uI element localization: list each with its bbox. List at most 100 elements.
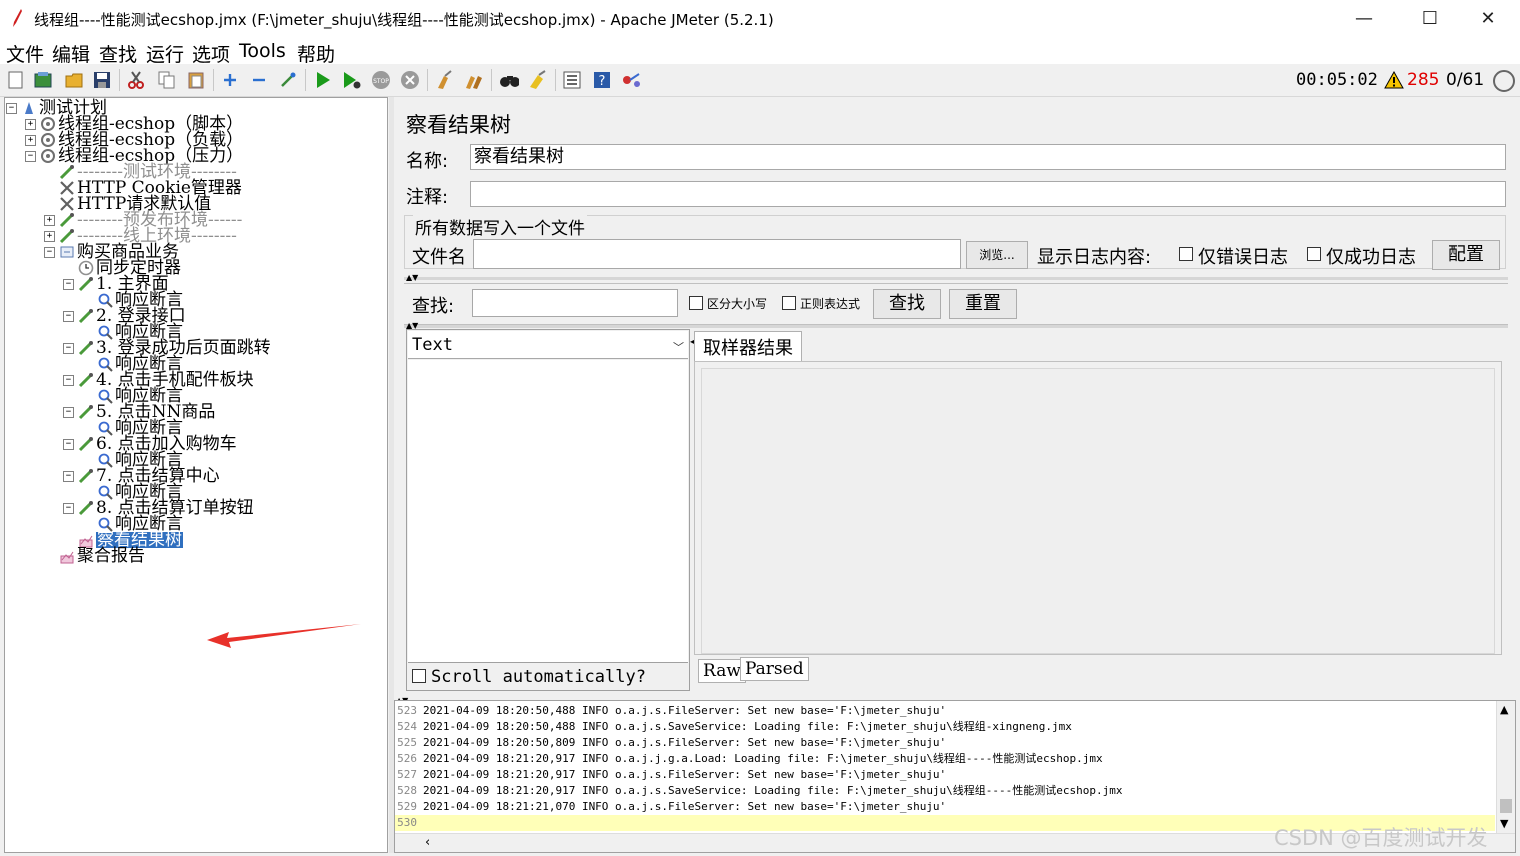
error-count[interactable]: 285: [1407, 70, 1439, 90]
expand-node-icon[interactable]: +: [25, 135, 36, 146]
remote-icon[interactable]: [621, 70, 641, 90]
collapse-node-icon[interactable]: −: [63, 471, 74, 482]
search-label: 查找:: [412, 296, 455, 317]
scroll-up-icon[interactable]: ▲: [1500, 703, 1508, 716]
success-only-checkbox[interactable]: [1307, 247, 1321, 261]
tree-node[interactable]: −8. 点击结算订单按钮: [5, 500, 385, 517]
configure-button[interactable]: 配置: [1432, 240, 1500, 270]
paste-icon[interactable]: [186, 70, 206, 90]
menu-run[interactable]: 运行: [146, 40, 184, 67]
split-bar-middle[interactable]: [404, 325, 1508, 328]
browse-button[interactable]: 浏览...: [966, 241, 1028, 269]
menu-edit[interactable]: 编辑: [52, 40, 90, 67]
reset-search-icon[interactable]: [528, 70, 548, 90]
sampler-result-area[interactable]: [701, 368, 1495, 654]
split-arrows-icon[interactable]: ▲▼: [406, 273, 418, 282]
start-icon[interactable]: [313, 70, 333, 90]
tab-raw[interactable]: Raw: [698, 659, 746, 683]
search-icon[interactable]: [499, 70, 519, 90]
renderer-select[interactable]: Text ﹀: [408, 331, 688, 359]
sample-results-list[interactable]: [408, 360, 688, 663]
log-line-number: 526: [397, 752, 417, 765]
cut-icon[interactable]: [126, 70, 146, 90]
regex-checkbox[interactable]: [782, 296, 796, 310]
tree-node[interactable]: 响应断言: [5, 292, 385, 309]
new-icon[interactable]: [6, 70, 26, 90]
tree-node[interactable]: 察看结果树: [5, 532, 385, 549]
collapse-node-icon[interactable]: −: [63, 279, 74, 290]
tree-node[interactable]: 响应断言: [5, 516, 385, 533]
maximize-button[interactable]: ☐: [1410, 4, 1450, 34]
run-status-icon: [1493, 70, 1515, 92]
collapse-node-icon[interactable]: −: [6, 103, 17, 114]
log-line: 529 2021-04-09 18:21:21,070 INFO o.a.j.s.…: [395, 799, 1495, 815]
tree-node[interactable]: −7. 点击结算中心: [5, 468, 385, 485]
errors-only-checkbox[interactable]: [1179, 247, 1193, 261]
warning-icon[interactable]: [1384, 71, 1404, 89]
templates-icon[interactable]: [33, 70, 53, 90]
tree-node[interactable]: 同步定时器: [5, 260, 385, 277]
log-line-number: 528: [397, 784, 417, 797]
comment-field[interactable]: [470, 181, 1506, 207]
case-sensitive-checkbox[interactable]: [689, 296, 703, 310]
tree-node[interactable]: + --------线上环境--------: [5, 228, 385, 245]
menu-search[interactable]: 查找: [99, 40, 137, 67]
shutdown-icon[interactable]: [400, 70, 420, 90]
expand-icon[interactable]: [220, 70, 240, 90]
copy-icon[interactable]: [157, 70, 177, 90]
search-input[interactable]: [472, 289, 678, 317]
expand-node-icon[interactable]: +: [25, 119, 36, 130]
find-button[interactable]: 查找: [873, 289, 941, 319]
start-no-pause-icon[interactable]: [342, 70, 362, 90]
tree-node[interactable]: −2. 登录接口: [5, 308, 385, 325]
test-plan-tree[interactable]: − 测试计划 + 线程组-ecshop（脚本） + 线程组-ecshop（负载） − 线程组-…: [4, 97, 388, 853]
tree-node[interactable]: −6. 点击加入购物车: [5, 436, 385, 453]
collapse-node-icon[interactable]: −: [63, 407, 74, 418]
name-field[interactable]: 察看结果树: [470, 144, 1506, 170]
help-icon[interactable]: ?: [592, 70, 612, 90]
tree-node[interactable]: − 购买商品业务: [5, 244, 385, 261]
open-icon[interactable]: [64, 70, 84, 90]
scroll-auto-checkbox[interactable]: [412, 669, 426, 683]
menu-file[interactable]: 文件: [6, 40, 44, 67]
chevron-down-icon[interactable]: ﹀: [673, 339, 684, 355]
tree-node[interactable]: −5. 点击NN商品: [5, 404, 385, 421]
collapse-node-icon[interactable]: −: [63, 503, 74, 514]
scroll-down-icon[interactable]: ▼: [1500, 817, 1508, 830]
tree-node[interactable]: 聚合报告: [5, 548, 385, 565]
split-bar-top[interactable]: [404, 277, 1508, 280]
collapse-node-icon[interactable]: −: [44, 247, 55, 258]
toggle-icon[interactable]: [278, 70, 298, 90]
menu-help[interactable]: 帮助: [297, 40, 335, 67]
collapse-node-icon[interactable]: −: [63, 439, 74, 450]
collapse-node-icon[interactable]: −: [25, 151, 36, 162]
scroll-left-icon[interactable]: ‹: [425, 835, 430, 850]
menu-bar: 文件 编辑 查找 运行 选项 Tools 帮助: [0, 38, 1520, 67]
tab-parsed[interactable]: Parsed: [740, 657, 809, 681]
tab-sampler-result[interactable]: 取样器结果: [694, 331, 802, 362]
tree-node[interactable]: −4. 点击手机配件板块: [5, 372, 385, 389]
collapse-node-icon[interactable]: −: [63, 343, 74, 354]
scroll-thumb[interactable]: [1500, 799, 1512, 813]
collapse-icon[interactable]: [249, 70, 269, 90]
clear-all-icon[interactable]: [464, 70, 484, 90]
log-line-number: 530: [397, 816, 417, 829]
tree-node[interactable]: −1. 主界面: [5, 276, 385, 293]
tree-node[interactable]: −3. 登录成功后页面跳转: [5, 340, 385, 357]
close-button[interactable]: ✕: [1468, 4, 1508, 34]
minimize-button[interactable]: —: [1344, 4, 1384, 34]
window-title: 线程组----性能测试ecshop.jmx (F:\jmeter_shuju\线…: [34, 11, 774, 29]
stop-icon[interactable]: STOP: [371, 70, 391, 90]
log-vertical-scrollbar[interactable]: ▲ ▼: [1496, 701, 1515, 834]
filename-field[interactable]: [473, 239, 961, 269]
collapse-node-icon[interactable]: −: [63, 375, 74, 386]
expand-node-icon[interactable]: +: [44, 231, 55, 242]
clear-icon[interactable]: [435, 70, 455, 90]
expand-node-icon[interactable]: +: [44, 215, 55, 226]
save-icon[interactable]: [92, 70, 112, 90]
menu-tools[interactable]: Tools: [239, 40, 286, 62]
function-helper-icon[interactable]: [562, 70, 582, 90]
reset-button[interactable]: 重置: [949, 289, 1017, 319]
collapse-node-icon[interactable]: −: [63, 311, 74, 322]
menu-options[interactable]: 选项: [192, 40, 230, 67]
